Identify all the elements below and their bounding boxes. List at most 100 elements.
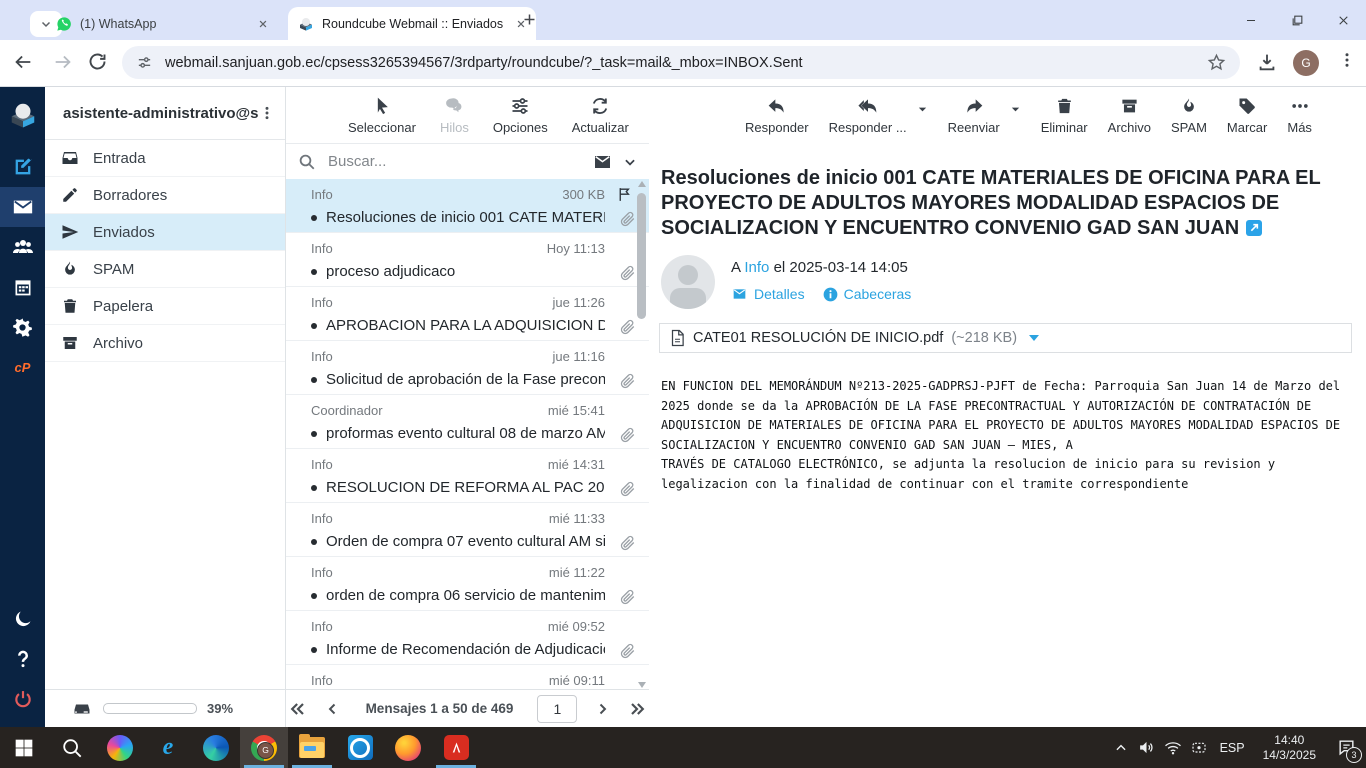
forward-icon[interactable] bbox=[52, 51, 74, 73]
search-scope-chevron-icon[interactable] bbox=[623, 155, 637, 169]
scroll-up-icon[interactable] bbox=[638, 181, 646, 187]
paperclip-icon bbox=[618, 642, 636, 660]
search-input[interactable] bbox=[326, 152, 582, 171]
close-tab-icon[interactable] bbox=[258, 19, 268, 29]
account-menu-icon[interactable] bbox=[259, 105, 275, 121]
settings-gear-icon[interactable] bbox=[0, 307, 45, 347]
notification-center-button[interactable]: 3 bbox=[1326, 727, 1366, 768]
site-info-icon[interactable] bbox=[136, 54, 153, 71]
url-bar[interactable]: webmail.sanjuan.gob.ec/cpsess3265394567/… bbox=[122, 46, 1240, 79]
list-item[interactable]: Info Hoy 11:13 proceso adjudicaco bbox=[286, 233, 649, 287]
attachment-menu-caret[interactable] bbox=[1029, 335, 1039, 341]
taskbar-explorer-button[interactable] bbox=[288, 727, 336, 768]
message-view-panel: Responder Responder ... Reenviar Elimina… bbox=[649, 87, 1366, 727]
tab-roundcube[interactable]: Roundcube Webmail :: Enviados bbox=[288, 7, 536, 40]
archive-button[interactable]: Archivo bbox=[1108, 96, 1151, 135]
taskbar-chrome-button[interactable]: G bbox=[240, 727, 288, 768]
open-in-new-window-icon[interactable] bbox=[1246, 220, 1262, 236]
sidebar-item-spam[interactable]: SPAM bbox=[45, 251, 285, 288]
new-tab-button[interactable] bbox=[522, 12, 537, 27]
tray-expand-icon[interactable] bbox=[1108, 727, 1134, 768]
cpanel-icon[interactable]: cP bbox=[0, 347, 45, 387]
dark-mode-moon-icon[interactable] bbox=[0, 599, 45, 639]
message-date: Hoy 11:13 bbox=[547, 241, 605, 256]
sidebar-item-enviados[interactable]: Enviados bbox=[45, 214, 285, 251]
threads-button[interactable]: Hilos bbox=[440, 96, 469, 135]
sidebar-item-papelera[interactable]: Papelera bbox=[45, 288, 285, 325]
logout-power-icon[interactable] bbox=[0, 679, 45, 719]
close-window-button[interactable] bbox=[1320, 0, 1366, 40]
compose-icon[interactable] bbox=[0, 147, 45, 187]
taskbar-edge-button[interactable] bbox=[192, 727, 240, 768]
list-item[interactable]: Info mié 14:31 RESOLUCION DE REFORMA AL … bbox=[286, 449, 649, 503]
back-icon[interactable] bbox=[12, 51, 34, 73]
url-text[interactable]: webmail.sanjuan.gob.ec/cpsess3265394567/… bbox=[165, 55, 1195, 71]
profile-avatar[interactable]: G bbox=[1293, 50, 1319, 76]
list-item[interactable]: Info mié 11:33 Orden de compra 07 evento… bbox=[286, 503, 649, 557]
download-icon[interactable] bbox=[1256, 51, 1278, 73]
reply-all-button[interactable]: Responder ... bbox=[829, 96, 907, 135]
wifi-icon[interactable] bbox=[1160, 727, 1186, 768]
list-item[interactable]: Info mié 09:11 bbox=[286, 665, 649, 690]
more-button[interactable]: Más bbox=[1287, 96, 1312, 135]
list-item[interactable]: Info jue 11:26 APROBACION PARA LA ADQUIS… bbox=[286, 287, 649, 341]
list-scrollbar[interactable] bbox=[636, 181, 648, 688]
spam-button[interactable]: SPAM bbox=[1171, 96, 1207, 135]
flag-icon[interactable] bbox=[616, 186, 633, 203]
minimize-button[interactable] bbox=[1228, 0, 1274, 40]
attachment-name[interactable]: CATE01 RESOLUCIÓN DE INICIO.pdf bbox=[693, 330, 943, 346]
clock[interactable]: 14:4014/3/2025 bbox=[1253, 733, 1326, 763]
browser-menu-icon[interactable] bbox=[1338, 51, 1356, 69]
list-item[interactable]: Info 300 KB Resoluciones de inicio 001 C… bbox=[286, 179, 649, 233]
reply-all-menu-caret[interactable] bbox=[917, 104, 928, 115]
details-link[interactable]: Detalles bbox=[731, 286, 805, 302]
select-button[interactable]: Seleccionar bbox=[348, 96, 416, 135]
tab-whatsapp[interactable]: (1) WhatsApp bbox=[46, 7, 278, 40]
taskbar-firefox-button[interactable] bbox=[384, 727, 432, 768]
sidebar-item-archivo[interactable]: Archivo bbox=[45, 325, 285, 362]
list-item[interactable]: Coordinador mié 15:41 proformas evento c… bbox=[286, 395, 649, 449]
recipient-link[interactable]: Info bbox=[744, 259, 769, 276]
restore-button[interactable] bbox=[1274, 0, 1320, 40]
headers-link[interactable]: Cabeceras bbox=[823, 286, 912, 302]
prev-page-icon[interactable] bbox=[324, 700, 342, 718]
scrollbar-thumb[interactable] bbox=[637, 193, 646, 319]
calendar-icon[interactable] bbox=[0, 267, 45, 307]
volume-icon[interactable] bbox=[1134, 727, 1160, 768]
help-icon[interactable] bbox=[0, 639, 45, 679]
options-button[interactable]: Opciones bbox=[493, 96, 548, 135]
taskbar-search-button[interactable] bbox=[48, 727, 96, 768]
last-page-icon[interactable] bbox=[627, 699, 647, 719]
mail-nav-icon[interactable] bbox=[0, 187, 45, 227]
window-controls bbox=[1228, 0, 1366, 40]
first-page-icon[interactable] bbox=[288, 699, 308, 719]
forward-menu-caret[interactable] bbox=[1010, 104, 1021, 115]
taskbar-acrobat-button[interactable] bbox=[432, 727, 480, 768]
taskbar-copilot-button[interactable] bbox=[96, 727, 144, 768]
list-item[interactable]: Info mié 09:52 Informe de Recomendación … bbox=[286, 611, 649, 665]
scroll-down-icon[interactable] bbox=[638, 682, 646, 688]
mark-button[interactable]: Marcar bbox=[1227, 96, 1267, 135]
list-item[interactable]: Info jue 11:16 Solicitud de aprobación d… bbox=[286, 341, 649, 395]
reply-button[interactable]: Responder bbox=[745, 96, 809, 135]
trash-icon bbox=[61, 297, 79, 315]
next-page-icon[interactable] bbox=[593, 700, 611, 718]
start-button[interactable] bbox=[0, 727, 48, 768]
bookmark-star-icon[interactable] bbox=[1207, 53, 1226, 72]
cursor-icon bbox=[372, 96, 392, 116]
refresh-button[interactable]: Actualizar bbox=[572, 96, 629, 135]
sidebar-item-borradores[interactable]: Borradores bbox=[45, 177, 285, 214]
reload-icon[interactable] bbox=[87, 51, 108, 72]
list-item[interactable]: Info mié 11:22 orden de compra 06 servic… bbox=[286, 557, 649, 611]
taskbar-outlook-button[interactable] bbox=[336, 727, 384, 768]
taskbar-ie-button[interactable]: e bbox=[144, 727, 192, 768]
keyboard-language[interactable]: ESP bbox=[1212, 741, 1253, 755]
meet-now-icon[interactable] bbox=[1186, 727, 1212, 768]
sidebar-item-entrada[interactable]: Entrada bbox=[45, 140, 285, 177]
delete-button[interactable]: Eliminar bbox=[1041, 96, 1088, 135]
page-number-input[interactable] bbox=[537, 695, 577, 723]
attachment-row[interactable]: CATE01 RESOLUCIÓN DE INICIO.pdf (~218 KB… bbox=[659, 323, 1352, 353]
contacts-icon[interactable] bbox=[0, 227, 45, 267]
search-scope-envelope-icon[interactable] bbox=[592, 153, 613, 171]
forward-button[interactable]: Reenviar bbox=[948, 96, 1000, 135]
